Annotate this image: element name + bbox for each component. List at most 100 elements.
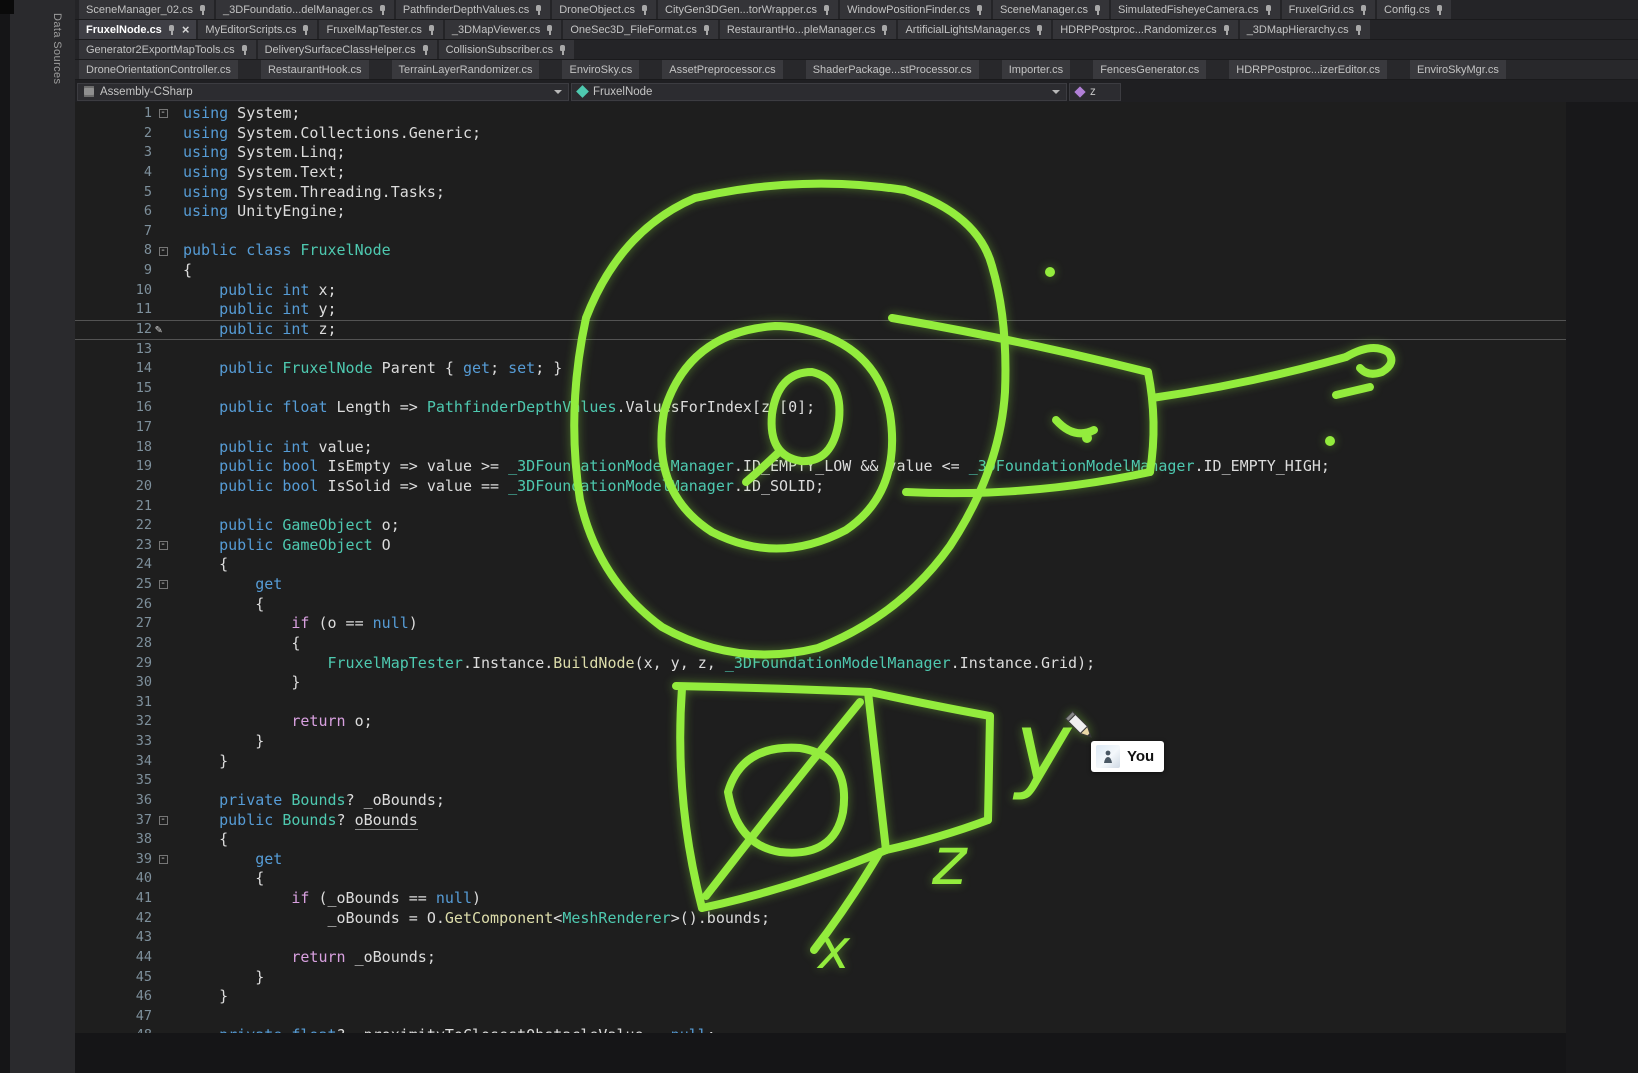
code-line-26[interactable]: 26 { — [75, 595, 1566, 615]
code-line-30[interactable]: 30 } — [75, 673, 1566, 693]
code-line-9[interactable]: 9{ — [75, 261, 1566, 281]
fold-collapse-icon[interactable]: - — [159, 247, 168, 256]
code-line-15[interactable]: 15 — [75, 379, 1566, 399]
tab-artificiallightsmanager-cs[interactable]: ArtificialLightsManager.cs — [898, 20, 1051, 39]
code-line-7[interactable]: 7 — [75, 222, 1566, 242]
fold-collapse-icon[interactable]: - — [159, 816, 168, 825]
pin-icon[interactable] — [1435, 4, 1444, 16]
tab-restaurantho-plemanager-cs[interactable]: RestaurantHo...pleManager.cs — [720, 20, 897, 39]
code-line-1[interactable]: 1-using System; — [75, 104, 1566, 124]
pin-icon[interactable] — [421, 44, 430, 56]
pin-icon[interactable] — [240, 44, 249, 56]
code-line-39[interactable]: 39- get — [75, 850, 1566, 870]
fold-collapse-icon[interactable]: - — [159, 541, 168, 550]
code-line-31[interactable]: 31 — [75, 693, 1566, 713]
pin-icon[interactable] — [1222, 24, 1231, 36]
code-line-22[interactable]: 22 public GameObject o; — [75, 516, 1566, 536]
code-line-44[interactable]: 44 return _oBounds; — [75, 948, 1566, 968]
project-dropdown[interactable]: Assembly-CSharp — [77, 83, 569, 101]
tab-hdrppostproc-izereditor-cs[interactable]: HDRPPostproc...izerEditor.cs — [1229, 60, 1387, 79]
pin-icon[interactable] — [167, 24, 176, 36]
code-line-8[interactable]: 8-public class FruxelNode — [75, 241, 1566, 261]
fold-collapse-icon[interactable]: - — [159, 109, 168, 118]
pin-icon[interactable] — [534, 4, 543, 16]
code-line-21[interactable]: 21 — [75, 497, 1566, 517]
data-sources-tab[interactable]: Data Sources — [51, 13, 63, 84]
code-line-37[interactable]: 37- public Bounds? oBounds — [75, 811, 1566, 831]
tab-config-cs[interactable]: Config.cs — [1377, 0, 1451, 19]
tab-shaderpackage-stprocessor-cs[interactable]: ShaderPackage...stProcessor.cs — [806, 60, 979, 79]
fold-collapse-icon[interactable]: - — [159, 855, 168, 864]
code-line-18[interactable]: 18 public int value; — [75, 438, 1566, 458]
code-line-34[interactable]: 34 } — [75, 752, 1566, 772]
tab-terrainlayerrandomizer-cs[interactable]: TerrainLayerRandomizer.cs — [392, 60, 540, 79]
code-line-33[interactable]: 33 } — [75, 732, 1566, 752]
code-line-38[interactable]: 38 { — [75, 830, 1566, 850]
pin-icon[interactable] — [1035, 24, 1044, 36]
code-line-3[interactable]: 3using System.Linq; — [75, 143, 1566, 163]
pin-icon[interactable] — [702, 24, 711, 36]
tab-citygen3dgen-torwrapper-cs[interactable]: CityGen3DGen...torWrapper.cs — [658, 0, 838, 19]
tab-scenemanager-cs[interactable]: SceneManager.cs — [993, 0, 1109, 19]
tab-fencesgenerator-cs[interactable]: FencesGenerator.cs — [1093, 60, 1206, 79]
code-line-40[interactable]: 40 { — [75, 869, 1566, 889]
tab-onesec3d-fileformat-cs[interactable]: OneSec3D_FileFormat.cs — [563, 20, 718, 39]
code-line-42[interactable]: 42 _oBounds = O.GetComponent<MeshRendere… — [75, 909, 1566, 929]
tab-restauranthook-cs[interactable]: RestaurantHook.cs — [261, 60, 369, 79]
tab--3dfoundatio-delmanager-cs[interactable]: _3DFoundatio...delManager.cs — [216, 0, 394, 19]
tab-pathfinderdepthvalues-cs[interactable]: PathfinderDepthValues.cs — [396, 0, 550, 19]
tab-importer-cs[interactable]: Importer.cs — [1002, 60, 1070, 79]
pin-icon[interactable] — [640, 4, 649, 16]
tab--3dmaphierarchy-cs[interactable]: _3DMapHierarchy.cs — [1240, 20, 1370, 39]
code-line-13[interactable]: 13 — [75, 340, 1566, 360]
code-line-32[interactable]: 32 return o; — [75, 712, 1566, 732]
code-line-28[interactable]: 28 { — [75, 634, 1566, 654]
tab-collisionsubscriber-cs[interactable]: CollisionSubscriber.cs — [439, 40, 575, 59]
pin-icon[interactable] — [822, 4, 831, 16]
tab-assetpreprocessor-cs[interactable]: AssetPreprocessor.cs — [662, 60, 782, 79]
tab-enviroskymgr-cs[interactable]: EnviroSkyMgr.cs — [1410, 60, 1506, 79]
tab-fruxelnode-cs[interactable]: FruxelNode.cs× — [79, 20, 196, 39]
code-line-45[interactable]: 45 } — [75, 968, 1566, 988]
code-line-25[interactable]: 25- get — [75, 575, 1566, 595]
code-editor[interactable]: 1-using System;2using System.Collections… — [75, 102, 1566, 1073]
code-line-35[interactable]: 35 — [75, 771, 1566, 791]
code-line-14[interactable]: 14 public FruxelNode Parent { get; set; … — [75, 359, 1566, 379]
tab-hdrppostproc-randomizer-cs[interactable]: HDRPPostproc...Randomizer.cs — [1053, 20, 1238, 39]
code-line-16[interactable]: 16 public float Length => PathfinderDept… — [75, 398, 1566, 418]
pin-icon[interactable] — [1354, 24, 1363, 36]
close-icon[interactable]: × — [182, 23, 190, 36]
pin-icon[interactable] — [301, 24, 310, 36]
code-line-36[interactable]: 36 private Bounds? _oBounds; — [75, 791, 1566, 811]
code-line-41[interactable]: 41 if (_oBounds == null) — [75, 889, 1566, 909]
code-line-47[interactable]: 47 — [75, 1007, 1566, 1027]
code-line-20[interactable]: 20 public bool IsSolid => value == _3DFo… — [75, 477, 1566, 497]
code-line-12[interactable]: 12 public int z;✎ — [75, 320, 1566, 340]
fold-collapse-icon[interactable]: - — [159, 580, 168, 589]
pin-icon[interactable] — [1264, 4, 1273, 16]
pin-icon[interactable] — [558, 44, 567, 56]
code-line-2[interactable]: 2using System.Collections.Generic; — [75, 124, 1566, 144]
pin-icon[interactable] — [1359, 4, 1368, 16]
tab-envirosky-cs[interactable]: EnviroSky.cs — [562, 60, 639, 79]
pin-icon[interactable] — [427, 24, 436, 36]
tab--3dmapviewer-cs[interactable]: _3DMapViewer.cs — [445, 20, 561, 39]
code-line-4[interactable]: 4using System.Text; — [75, 163, 1566, 183]
code-line-17[interactable]: 17 — [75, 418, 1566, 438]
code-line-46[interactable]: 46 } — [75, 987, 1566, 1007]
code-line-29[interactable]: 29 FruxelMapTester.Instance.BuildNode(x,… — [75, 654, 1566, 674]
pin-icon[interactable] — [378, 4, 387, 16]
tab-windowpositionfinder-cs[interactable]: WindowPositionFinder.cs — [840, 0, 991, 19]
tab-fruxelmaptester-cs[interactable]: FruxelMapTester.cs — [319, 20, 442, 39]
code-line-11[interactable]: 11 public int y; — [75, 300, 1566, 320]
pin-icon[interactable] — [1093, 4, 1102, 16]
code-line-5[interactable]: 5using System.Threading.Tasks; — [75, 183, 1566, 203]
code-line-43[interactable]: 43 — [75, 928, 1566, 948]
code-line-23[interactable]: 23- public GameObject O — [75, 536, 1566, 556]
tab-scenemanager-02-cs[interactable]: SceneManager_02.cs — [79, 0, 214, 19]
tab-deliverysurfaceclasshelper-cs[interactable]: DeliverySurfaceClassHelper.cs — [258, 40, 437, 59]
pin-icon[interactable] — [198, 4, 207, 16]
pin-icon[interactable] — [545, 24, 554, 36]
code-line-19[interactable]: 19 public bool IsEmpty => value >= _3DFo… — [75, 457, 1566, 477]
code-line-27[interactable]: 27 if (o == null) — [75, 614, 1566, 634]
